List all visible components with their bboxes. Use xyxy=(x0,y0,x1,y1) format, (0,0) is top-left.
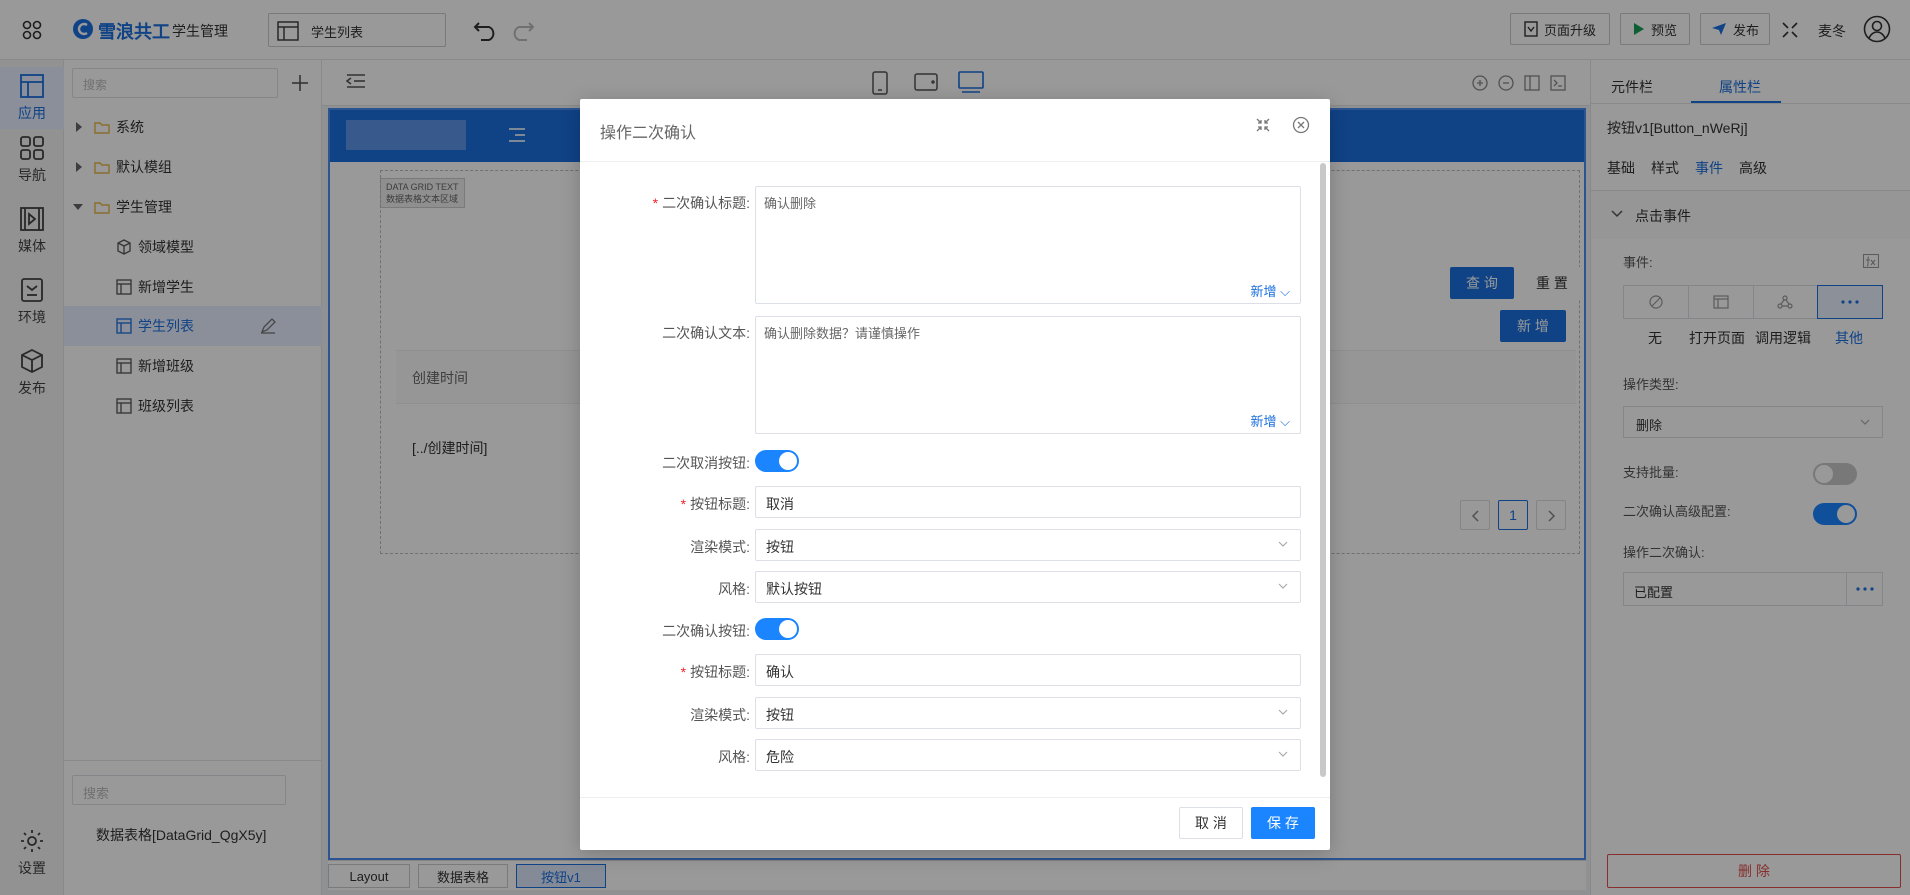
style-label-text: 风格: xyxy=(718,581,750,597)
confirm-text-label-text: 二次确认文本: xyxy=(662,325,750,341)
confirm-btn-title-value: 确认 xyxy=(766,664,794,680)
divider xyxy=(580,161,1330,162)
btn-title-label-text: 按钮标题: xyxy=(690,496,750,512)
confirm-btn-toggle-label: 二次确认按钮: xyxy=(580,621,750,641)
render-mode-label-text: 渲染模式: xyxy=(690,707,750,723)
close-icon[interactable] xyxy=(1292,116,1310,134)
add-link-label: 新增 xyxy=(1250,284,1277,299)
modal-save-label: 保 存 xyxy=(1267,815,1299,831)
confirm-text-label: 二次确认文本: xyxy=(580,323,750,343)
divider xyxy=(580,797,1330,798)
confirm-settings-modal: 操作二次确认 * 二次确认标题: 确认删除 新增 ⌵ 二次确认文本: 确认删除数据… xyxy=(580,99,1330,850)
chevron-down-icon xyxy=(1278,583,1288,589)
confirm-text-add-link[interactable]: 新增 ⌵ xyxy=(1251,411,1290,430)
style-label: 风格: xyxy=(580,747,750,767)
confirm-text-value: 确认删除数据？请谨慎操作 xyxy=(764,326,921,341)
cancel-render-mode-select[interactable]: 按钮 xyxy=(755,529,1301,561)
modal-save-button[interactable]: 保 存 xyxy=(1251,807,1315,839)
confirm-render-mode-select[interactable]: 按钮 xyxy=(755,697,1301,729)
render-mode-label-text: 渲染模式: xyxy=(690,539,750,555)
cancel-btn-title-input[interactable]: 取消 xyxy=(755,486,1301,518)
cancel-btn-toggle[interactable] xyxy=(755,450,799,472)
style-label-text: 风格: xyxy=(718,749,750,765)
cancel-btn-toggle-label-text: 二次取消按钮: xyxy=(662,455,750,471)
confirm-btn-title-label: * 按钮标题: xyxy=(680,664,750,680)
minimize-icon[interactable] xyxy=(1256,118,1270,132)
modal-cancel-label: 取 消 xyxy=(1195,815,1227,831)
confirm-btn-title-input[interactable]: 确认 xyxy=(755,654,1301,686)
modal-title: 操作二次确认 xyxy=(600,125,697,142)
confirm-btn-toggle-label-text: 二次确认按钮: xyxy=(662,623,750,639)
confirm-title-add-link[interactable]: 新增 ⌵ xyxy=(1251,281,1290,300)
toggle-knob xyxy=(779,620,797,638)
toggle-knob xyxy=(779,452,797,470)
cancel-btn-title-value: 取消 xyxy=(766,496,794,512)
cancel-render-mode-value: 按钮 xyxy=(766,539,794,555)
cancel-style-value: 默认按钮 xyxy=(766,581,822,597)
confirm-style-value: 危险 xyxy=(766,749,794,765)
style-label: 风格: xyxy=(580,579,750,599)
cancel-btn-toggle-label: 二次取消按钮: xyxy=(580,453,750,473)
confirm-title-label: * 二次确认标题: xyxy=(652,195,750,211)
render-mode-label: 渲染模式: xyxy=(580,537,750,557)
cancel-btn-title-label: * 按钮标题: xyxy=(680,496,750,512)
render-mode-label: 渲染模式: xyxy=(580,705,750,725)
cancel-style-select[interactable]: 默认按钮 xyxy=(755,571,1301,603)
confirm-style-select[interactable]: 危险 xyxy=(755,739,1301,771)
chevron-down-icon xyxy=(1278,751,1288,757)
confirm-btn-toggle[interactable] xyxy=(755,618,799,640)
confirm-render-mode-value: 按钮 xyxy=(766,707,794,723)
add-link-label: 新增 xyxy=(1250,414,1277,429)
confirm-text-textarea[interactable]: 确认删除数据？请谨慎操作 新增 ⌵ xyxy=(755,316,1301,434)
modal-cancel-button[interactable]: 取 消 xyxy=(1179,807,1243,839)
chevron-down-icon xyxy=(1278,541,1288,547)
confirm-title-label-text: 二次确认标题: xyxy=(662,195,750,211)
confirm-title-value: 确认删除 xyxy=(764,196,817,211)
confirm-title-textarea[interactable]: 确认删除 新增 ⌵ xyxy=(755,186,1301,304)
modal-scrollbar[interactable] xyxy=(1320,163,1326,777)
chevron-down-icon xyxy=(1278,709,1288,715)
btn-title-label-text: 按钮标题: xyxy=(690,664,750,680)
